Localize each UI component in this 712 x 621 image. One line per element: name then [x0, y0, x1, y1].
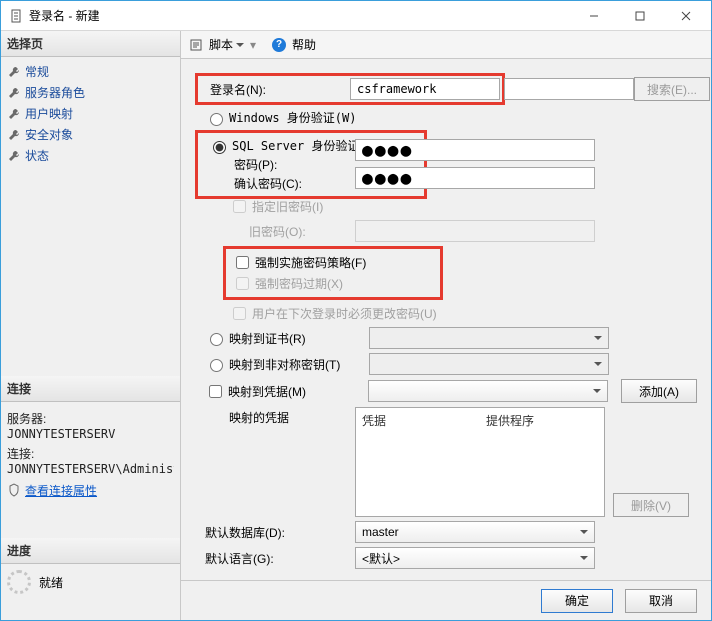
- nav-item-status[interactable]: 状态: [3, 145, 178, 166]
- script-dropdown[interactable]: 脚本: [209, 36, 244, 53]
- nav-label: 用户映射: [25, 105, 73, 122]
- must-change-label: 用户在下次登录时必须更改密码(U): [252, 305, 437, 322]
- default-db-combo[interactable]: master: [355, 521, 595, 543]
- confirm-password-input[interactable]: [355, 167, 595, 189]
- nav-label: 安全对象: [25, 126, 73, 143]
- login-name-extra-input[interactable]: [504, 78, 634, 100]
- highlight-login: 登录名(N):: [195, 73, 505, 105]
- windows-auth-label: Windows 身份验证(W): [229, 109, 356, 126]
- wrench-icon: [7, 86, 21, 100]
- specify-old-label: 指定旧密码(I): [252, 198, 323, 215]
- map-asym-label: 映射到非对称密钥(T): [229, 356, 369, 373]
- map-asym-radio[interactable]: [210, 359, 223, 372]
- form-area: 登录名(N): 搜索(E)... Windows 身份验证(W): [181, 59, 711, 580]
- conn-value: JONNYTESTERSERV\Administrat: [7, 462, 174, 476]
- enforce-expire-label: 强制密码过期(X): [255, 275, 343, 292]
- old-password-input: [355, 220, 595, 242]
- server-label: 服务器:: [7, 410, 174, 427]
- sidebar: 选择页 常规 服务器角色 用户映射 安全对象 状态 连接 服务器: JONNYT…: [1, 31, 181, 620]
- titlebar: 登录名 - 新建: [1, 1, 711, 31]
- wrench-icon: [7, 107, 21, 121]
- map-cert-radio[interactable]: [210, 333, 223, 346]
- nav-item-server-roles[interactable]: 服务器角色: [3, 82, 178, 103]
- help-icon: ?: [272, 38, 286, 52]
- confirm-password-label: 确认密码(C):: [200, 175, 330, 192]
- server-value: JONNYTESTERSERV: [7, 427, 174, 441]
- properties-icon: [7, 483, 21, 497]
- spinner-icon: [7, 570, 31, 594]
- footer: 确定 取消: [181, 580, 711, 620]
- enforce-policy-label: 强制实施密码策略(F): [255, 254, 366, 271]
- cred-col-cred: 凭据: [356, 410, 480, 431]
- login-name-input[interactable]: [350, 78, 500, 100]
- minimize-button[interactable]: [571, 1, 617, 31]
- default-lang-value: <默认>: [362, 550, 400, 567]
- default-lang-label: 默认语言(G):: [195, 550, 355, 567]
- select-page-header: 选择页: [1, 31, 180, 57]
- toolbar: 脚本 ▾ ? 帮助: [181, 31, 711, 59]
- must-change-check: [233, 307, 246, 320]
- map-cert-combo[interactable]: [369, 327, 609, 349]
- specify-old-password-check: [233, 200, 246, 213]
- main-panel: 脚本 ▾ ? 帮助 登录名(N): 搜索(E)...: [181, 31, 711, 620]
- connection-header: 连接: [1, 376, 180, 402]
- progress-block: 就绪: [1, 564, 180, 600]
- progress-status: 就绪: [39, 574, 63, 591]
- default-lang-combo[interactable]: <默认>: [355, 547, 595, 569]
- cancel-button[interactable]: 取消: [625, 589, 697, 613]
- highlight-policy: 强制实施密码策略(F) 强制密码过期(X): [223, 246, 443, 300]
- nav-item-general[interactable]: 常规: [3, 61, 178, 82]
- nav-list: 常规 服务器角色 用户映射 安全对象 状态: [1, 57, 180, 170]
- enforce-policy-check[interactable]: [236, 256, 249, 269]
- nav-item-user-mapping[interactable]: 用户映射: [3, 103, 178, 124]
- nav-label: 服务器角色: [25, 84, 85, 101]
- mapped-creds-list[interactable]: 凭据 提供程序: [355, 407, 605, 517]
- search-button[interactable]: 搜索(E)...: [634, 77, 710, 101]
- map-cred-label: 映射到凭据(M): [228, 383, 368, 400]
- enforce-expire-check: [236, 277, 249, 290]
- remove-button[interactable]: 删除(V): [613, 493, 689, 517]
- view-connection-props-link[interactable]: 查看连接属性: [7, 482, 97, 499]
- login-name-label: 登录名(N):: [200, 81, 350, 98]
- old-password-label: 旧密码(O):: [195, 223, 355, 240]
- map-asym-combo[interactable]: [369, 353, 609, 375]
- app-icon: [9, 9, 23, 23]
- close-button[interactable]: [663, 1, 709, 31]
- wrench-icon: [7, 128, 21, 142]
- window-title: 登录名 - 新建: [29, 7, 571, 24]
- maximize-button[interactable]: [617, 1, 663, 31]
- nav-label: 状态: [25, 147, 49, 164]
- link-text: 查看连接属性: [25, 482, 97, 499]
- connection-block: 服务器: JONNYTESTERSERV 连接: JONNYTESTERSERV…: [1, 402, 180, 509]
- password-input[interactable]: [355, 139, 595, 161]
- map-cred-combo[interactable]: [368, 380, 608, 402]
- cred-header: 凭据 提供程序: [356, 408, 604, 433]
- windows-auth-radio[interactable]: [210, 113, 223, 126]
- password-label: 密码(P):: [200, 156, 330, 173]
- help-button[interactable]: 帮助: [292, 36, 316, 53]
- ok-button[interactable]: 确定: [541, 589, 613, 613]
- sql-auth-radio[interactable]: [213, 141, 226, 154]
- nav-label: 常规: [25, 63, 49, 80]
- add-button[interactable]: 添加(A): [621, 379, 697, 403]
- mapped-creds-label: 映射的凭据: [195, 407, 355, 426]
- progress-header: 进度: [1, 538, 180, 564]
- nav-item-securables[interactable]: 安全对象: [3, 124, 178, 145]
- wrench-icon: [7, 65, 21, 79]
- script-icon: [189, 38, 203, 52]
- default-db-label: 默认数据库(D):: [195, 524, 355, 541]
- map-cert-label: 映射到证书(R): [229, 330, 369, 347]
- default-db-value: master: [362, 525, 399, 539]
- map-cred-check[interactable]: [209, 385, 222, 398]
- conn-label: 连接:: [7, 445, 174, 462]
- cred-col-provider: 提供程序: [480, 410, 604, 431]
- separator: ▾: [250, 38, 256, 52]
- wrench-icon: [7, 149, 21, 163]
